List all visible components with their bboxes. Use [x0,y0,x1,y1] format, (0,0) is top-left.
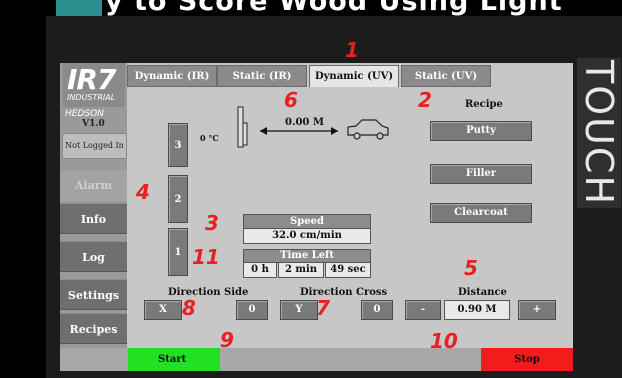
start-button[interactable]: Start [128,348,220,371]
sidebar-item-settings[interactable]: Settings [60,279,127,310]
sidebar: IR7 INDUSTRIAL HEDSON V1.0 Not Logged In… [60,63,127,371]
time-left-minutes: 2 min [278,262,324,278]
distance-heading: Distance [458,287,507,298]
sidebar-item-recipes[interactable]: Recipes [60,313,127,344]
hmi-screen: IR7 INDUSTRIAL HEDSON V1.0 Not Logged In… [60,63,573,371]
annotation-4: 4 [136,180,150,204]
top-caption: y to Score Wood Using Light [105,0,563,16]
top-accent-block [56,0,102,16]
top-strip: y to Score Wood Using Light [0,0,622,16]
annotation-8: 8 [182,296,196,320]
tab-static-uv[interactable]: Static (UV) [401,65,491,87]
tab-static-ir[interactable]: Static (IR) [217,65,307,87]
logo-subtext: INDUSTRIAL [67,93,116,102]
sidebar-item-info[interactable]: Info [60,203,127,234]
distance-arrow-icon [260,127,338,135]
distance-minus-button[interactable]: - [405,300,441,320]
annotation-10: 10 [430,329,458,353]
annotation-7: 7 [316,296,330,320]
annotation-11: 11 [192,245,220,269]
sidebar-item-alarm[interactable]: Alarm [60,170,127,201]
distance-reading: 0.00 M [285,117,324,128]
hedson-logo: HEDSON [65,109,104,119]
tab-dynamic-uv[interactable]: Dynamic (UV) [309,65,399,87]
stop-button[interactable]: Stop [481,348,573,371]
login-status[interactable]: Not Logged In [62,133,127,159]
time-left-heading: Time Left [243,249,371,263]
annotation-2: 2 [418,88,432,112]
ir7-logo: IR7 INDUSTRIAL [63,63,125,107]
speed-heading: Speed [243,214,371,229]
temperature-readout: 0 °C [200,133,219,143]
tab-bar: Dynamic (IR) Static (IR) Dynamic (UV) St… [127,63,573,87]
version-label: V1.0 [82,119,105,129]
direction-cross-heading: Direction Cross [300,287,388,298]
recipe-putty-button[interactable]: Putty [430,121,532,141]
recipe-clearcoat-button[interactable]: Clearcoat [430,203,532,223]
logo-text: IR7 [67,63,116,96]
car-icon [347,119,389,140]
lamp-2-button[interactable]: 2 [168,175,188,223]
touch-label: TOUCH [577,58,621,208]
lamp-bank-icon [237,106,248,148]
lamp-1-button[interactable]: 1 [168,228,188,276]
annotation-9: 9 [220,328,234,352]
distance-plus-button[interactable]: + [518,300,556,320]
annotation-3: 3 [205,211,219,235]
annotation-6: 6 [284,88,298,112]
direction-side-x-button[interactable]: X [144,300,182,320]
sidebar-item-log[interactable]: Log [60,241,127,272]
time-left-hours: 0 h [243,262,277,278]
direction-cross-value[interactable]: 0 [361,300,393,320]
lamp-3-button[interactable]: 3 [168,123,188,167]
annotation-1: 1 [345,38,359,62]
distance-value: 0.90 M [444,300,510,320]
time-left-seconds: 49 sec [325,262,371,278]
recipe-filler-button[interactable]: Filler [430,164,532,184]
direction-side-value[interactable]: 0 [236,300,268,320]
speed-value: 32.0 cm/min [243,228,371,244]
tab-dynamic-ir[interactable]: Dynamic (IR) [127,65,217,87]
annotation-5: 5 [464,256,478,280]
direction-side-heading: Direction Side [168,287,249,298]
direction-cross-y-button[interactable]: Y [280,300,318,320]
recipe-heading: Recipe [465,99,503,110]
